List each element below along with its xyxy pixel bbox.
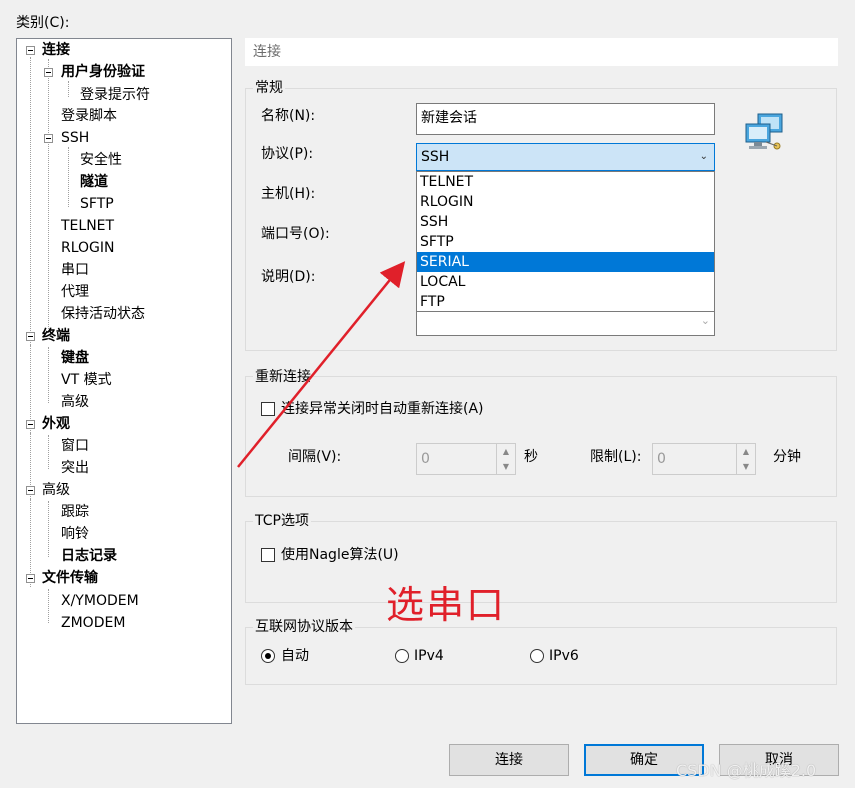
tree-item-login-prompt[interactable]: 登录提示符 (80, 85, 150, 105)
collapse-icon[interactable] (26, 332, 35, 341)
tree-item-keepalive[interactable]: 保持活动状态 (61, 304, 145, 324)
limit-unit: 分钟 (773, 449, 801, 465)
tree-item-vt-mode[interactable]: VT 模式 (61, 370, 112, 390)
description-input[interactable]: ⌄ (416, 312, 715, 336)
general-group-title: 常规 (253, 79, 285, 97)
ipv4-label: IPv4 (414, 648, 444, 664)
ip-version-group-title: 互联网协议版本 (253, 618, 355, 636)
protocol-option-telnet[interactable]: TELNET (417, 172, 714, 192)
tree-item-xymodem[interactable]: X/YMODEM (61, 591, 139, 611)
spin-up-icon[interactable]: ▲ (737, 444, 755, 459)
protocol-option-serial[interactable]: SERIAL (417, 252, 714, 272)
tree-item-file-transfer[interactable]: 文件传输 (42, 568, 98, 588)
interval-unit: 秒 (524, 449, 538, 465)
ipv4-radio[interactable] (395, 649, 409, 663)
category-tree[interactable]: 连接 用户身份验证 登录提示符 登录脚本 SSH 安全性 隧道 SFTP TEL… (16, 38, 232, 724)
watermark: CSDN @桃成蹊2.0 (676, 761, 817, 780)
chevron-down-icon: ⌄ (699, 151, 708, 162)
tree-item-terminal-advanced[interactable]: 高级 (61, 392, 89, 412)
section-header: 连接 (245, 38, 838, 66)
limit-spinner[interactable]: 0 ▲ ▼ (652, 443, 756, 475)
tree-item-tunnel[interactable]: 隧道 (80, 172, 108, 192)
tree-item-ssh[interactable]: SSH (61, 128, 89, 148)
spin-down-icon[interactable]: ▼ (737, 459, 755, 474)
protocol-option-ssh[interactable]: SSH (417, 212, 714, 232)
tree-item-bell[interactable]: 响铃 (61, 524, 89, 544)
protocol-option-sftp[interactable]: SFTP (417, 232, 714, 252)
name-input[interactable]: 新建会话 (416, 103, 715, 135)
annotation-arrow (237, 261, 406, 468)
interval-value: 0 (421, 451, 430, 467)
spin-up-icon[interactable]: ▲ (497, 444, 515, 459)
ipv6-label: IPv6 (549, 648, 579, 664)
tree-item-appearance[interactable]: 外观 (42, 414, 70, 434)
category-label: 类别(C): (16, 15, 70, 31)
protocol-dropdown-list[interactable]: TELNET RLOGIN SSH SFTP SERIAL LOCAL FTP (416, 171, 715, 312)
tree-item-zmodem[interactable]: ZMODEM (61, 613, 125, 633)
tree-item-auth[interactable]: 用户身份验证 (61, 62, 145, 82)
tree-item-keyboard[interactable]: 键盘 (61, 348, 89, 368)
collapse-icon[interactable] (26, 420, 35, 429)
tree-item-advanced[interactable]: 高级 (42, 480, 70, 500)
scroll-down-icon[interactable]: ⌄ (701, 314, 710, 327)
limit-label: 限制(L): (590, 449, 642, 465)
tcp-group-title: TCP选项 (253, 512, 311, 530)
port-label: 端口号(O): (261, 226, 330, 242)
tree-item-logging[interactable]: 日志记录 (61, 546, 117, 566)
spin-down-icon[interactable]: ▼ (497, 459, 515, 474)
annotation-text: 选串口 (386, 583, 507, 627)
tree-item-login-script[interactable]: 登录脚本 (61, 106, 117, 126)
host-label: 主机(H): (261, 186, 316, 202)
tree-item-terminal[interactable]: 终端 (42, 326, 70, 346)
collapse-icon[interactable] (26, 486, 35, 495)
tree-item-connection[interactable]: 连接 (42, 40, 70, 60)
collapse-icon[interactable] (26, 46, 35, 55)
collapse-icon[interactable] (44, 68, 53, 77)
protocol-option-ftp[interactable]: FTP (417, 292, 714, 312)
tree-item-sftp[interactable]: SFTP (80, 194, 114, 214)
tree-item-rlogin[interactable]: RLOGIN (61, 238, 115, 258)
tree-item-highlight[interactable]: 突出 (61, 458, 89, 478)
tree-item-telnet[interactable]: TELNET (61, 216, 114, 236)
tree-item-security[interactable]: 安全性 (80, 150, 122, 170)
ip-auto-radio[interactable] (261, 649, 275, 663)
session-network-icon (744, 112, 786, 158)
ipv6-radio[interactable] (530, 649, 544, 663)
protocol-select-value: SSH (421, 149, 450, 165)
nagle-label: 使用Nagle算法(U) (281, 547, 399, 563)
limit-value: 0 (657, 451, 666, 467)
protocol-option-local[interactable]: LOCAL (417, 272, 714, 292)
tree-item-window[interactable]: 窗口 (61, 436, 89, 456)
tree-item-serial[interactable]: 串口 (61, 260, 89, 280)
ip-auto-label: 自动 (281, 648, 309, 664)
collapse-icon[interactable] (26, 574, 35, 583)
tree-item-proxy[interactable]: 代理 (61, 282, 89, 302)
collapse-icon[interactable] (44, 134, 53, 143)
protocol-label: 协议(P): (261, 146, 314, 162)
connect-button[interactable]: 连接 (449, 744, 569, 776)
nagle-checkbox[interactable] (261, 548, 275, 562)
protocol-select[interactable]: SSH ⌄ (416, 143, 715, 171)
interval-spinner[interactable]: 0 ▲ ▼ (416, 443, 516, 475)
name-label: 名称(N): (261, 108, 316, 124)
tree-item-trace[interactable]: 跟踪 (61, 502, 89, 522)
protocol-option-rlogin[interactable]: RLOGIN (417, 192, 714, 212)
